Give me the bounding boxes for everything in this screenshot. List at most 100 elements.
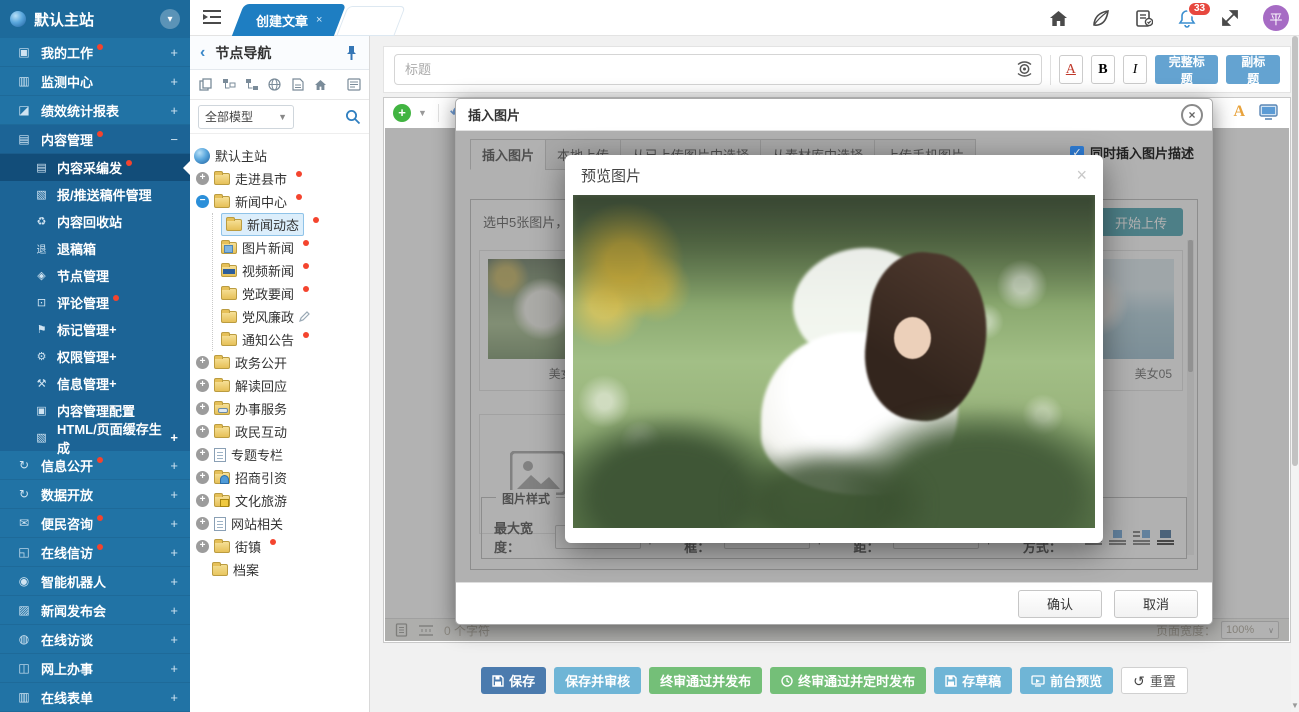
cancel-button[interactable]: 取消 — [1114, 590, 1198, 618]
approve-scheduled-publish-button[interactable]: 终审通过并定时发布 — [770, 667, 926, 694]
quick-feather-icon[interactable] — [1091, 8, 1111, 28]
source-monitor-icon[interactable] — [1259, 104, 1278, 120]
sensitive-check-eye-icon[interactable] — [1015, 60, 1034, 78]
sidebar-collapse-icon[interactable]: ▾ — [160, 9, 180, 29]
expand-plus-icon[interactable]: + — [196, 540, 209, 553]
user-avatar[interactable]: 平 — [1263, 5, 1289, 31]
sidebar-item-petition[interactable]: ◱ 在线信访 + — [0, 538, 190, 567]
expand-plus-icon[interactable]: + — [196, 425, 209, 438]
root-home-icon[interactable] — [313, 77, 328, 92]
sidebar-item-consult[interactable]: ✉ 便民咨询 + — [0, 509, 190, 538]
title-input[interactable] — [394, 54, 1042, 85]
site-switch-globe-icon[interactable] — [267, 77, 282, 92]
tree-node[interactable]: + 政民互动 — [194, 420, 365, 443]
sidebar-item-interview[interactable]: ◍ 在线访谈 + — [0, 625, 190, 654]
confirm-button[interactable]: 确认 — [1018, 590, 1102, 618]
fullscreen-icon[interactable] — [1220, 8, 1240, 28]
reset-button[interactable]: ↺ 重置 — [1121, 667, 1188, 694]
sidebar-item-comment-manage[interactable]: ⊡ 评论管理 — [0, 289, 190, 316]
tree-node[interactable]: + 政务公开 — [194, 351, 365, 374]
tree-node[interactable]: − 新闻中心 — [194, 190, 365, 213]
sidebar-item-press[interactable]: ▨ 新闻发布会 + — [0, 596, 190, 625]
sidebar-item-push-manage[interactable]: ▧ 报/推送稿件管理 — [0, 181, 190, 208]
scroll-down-arrow-icon[interactable]: ▼ — [1291, 701, 1299, 710]
tree-node[interactable]: + 专题专栏 — [194, 443, 365, 466]
expand-plus-icon[interactable]: + — [196, 517, 209, 530]
expand-plus-icon[interactable]: + — [196, 172, 209, 185]
sidebar-item-robot[interactable]: ◉ 智能机器人 + — [0, 567, 190, 596]
save-and-review-button[interactable]: 保存并审核 — [554, 667, 641, 694]
tree-search-icon[interactable] — [300, 109, 361, 125]
sidebar-item-online-form[interactable]: ▥ 在线表单 + — [0, 683, 190, 712]
tree-node[interactable]: + 走进县市 — [194, 167, 365, 190]
tree-node[interactable]: + 办事服务 — [194, 397, 365, 420]
panel-list-icon[interactable] — [346, 77, 361, 92]
tree-node[interactable]: + 网站相关 — [194, 512, 365, 535]
expand-tree-icon[interactable] — [221, 77, 236, 92]
expand-plus-icon[interactable]: + — [196, 356, 209, 369]
tree-node[interactable]: 党风廉政 — [221, 305, 365, 328]
copy-node-icon[interactable] — [198, 77, 213, 92]
tree-node-root[interactable]: 默认主站 — [194, 144, 365, 167]
sidebar-item-info-public[interactable]: ↻ 信息公开 + — [0, 451, 190, 480]
page-scrollbar[interactable]: ▼ — [1291, 36, 1299, 712]
clipboard-icon[interactable] — [1134, 8, 1154, 28]
sidebar-header[interactable]: 默认主站 ▾ — [0, 0, 190, 38]
panel-back-icon[interactable]: ‹ — [200, 44, 205, 62]
scrollbar-thumb[interactable] — [1292, 36, 1298, 466]
italic-button[interactable]: I — [1123, 55, 1147, 84]
expand-plus-icon[interactable]: + — [196, 494, 209, 507]
save-draft-button[interactable]: 存草稿 — [934, 667, 1012, 694]
sidebar-item-online-work[interactable]: ◫ 网上办事 + — [0, 654, 190, 683]
sidebar-item-info-manage[interactable]: ⚒ 信息管理 + — [0, 370, 190, 397]
approve-publish-button[interactable]: 终审通过并发布 — [649, 667, 762, 694]
save-button[interactable]: 保存 — [481, 667, 546, 694]
sidebar-item-content-manage[interactable]: ▤ 内容管理 − — [0, 125, 190, 154]
tab-create-article[interactable]: 创建文章 × — [234, 4, 344, 36]
chevron-down-icon[interactable]: ▼ — [418, 108, 427, 118]
tree-node[interactable]: 档案 — [194, 558, 365, 581]
expand-plus-icon[interactable]: + — [196, 448, 209, 461]
sub-title-button[interactable]: 副标题 — [1226, 55, 1280, 84]
tree-node[interactable]: 图片新闻 — [221, 236, 365, 259]
sidebar-item-permission[interactable]: ⚙ 权限管理 + — [0, 343, 190, 370]
font-tool-icon[interactable]: A — [1233, 103, 1245, 121]
tab-close-icon[interactable]: × — [316, 14, 322, 26]
expand-plus-icon[interactable]: + — [196, 471, 209, 484]
sidebar-item-html-cache[interactable]: ▧ HTML/页面缓存生成 + — [0, 424, 190, 451]
expand-plus-icon[interactable]: + — [196, 379, 209, 392]
preview-close-icon[interactable]: × — [1076, 165, 1087, 186]
tree-node[interactable]: + 文化旅游 — [194, 489, 365, 512]
sidebar-item-return-box[interactable]: 退 退稿箱 — [0, 235, 190, 262]
tree-node-selected[interactable]: 新闻动态 — [221, 213, 365, 236]
sidebar-item-caibianfa[interactable]: ▤ 内容采编发 — [0, 154, 190, 181]
expand-plus-icon[interactable]: + — [196, 402, 209, 415]
collapse-tree-icon[interactable] — [244, 77, 259, 92]
sidebar-item-recycle[interactable]: ♻ 内容回收站 — [0, 208, 190, 235]
sidebar-item-mark-manage[interactable]: ⚑ 标记管理 + — [0, 316, 190, 343]
collapse-minus-icon[interactable]: − — [196, 195, 209, 208]
insert-plus-icon[interactable]: + — [393, 104, 411, 122]
front-preview-button[interactable]: 前台预览 — [1020, 667, 1113, 694]
dialog-close-icon[interactable]: × — [1181, 104, 1203, 126]
sidebar-item-my-work[interactable]: ▣ 我的工作 + — [0, 38, 190, 67]
tree-node[interactable]: 视频新闻 — [221, 259, 365, 282]
sidebar-item-node-manage[interactable]: ◈ 节点管理 — [0, 262, 190, 289]
bold-button[interactable]: B — [1091, 55, 1115, 84]
tree-node[interactable]: 通知公告 — [221, 328, 365, 351]
sidebar-item-report[interactable]: ◪ 绩效统计报表 + — [0, 96, 190, 125]
tree-node[interactable]: + 招商引资 — [194, 466, 365, 489]
full-title-button[interactable]: 完整标题 — [1155, 55, 1218, 84]
sidebar-item-data-open[interactable]: ↻ 数据开放 + — [0, 480, 190, 509]
new-doc-icon[interactable] — [290, 77, 305, 92]
model-filter-select[interactable]: 全部模型 ▼ — [198, 105, 294, 129]
notification-bell-icon[interactable]: 33 — [1177, 8, 1197, 28]
menu-fold-icon[interactable] — [202, 8, 222, 26]
pin-icon[interactable] — [344, 45, 359, 61]
tree-node[interactable]: 党政要闻 — [221, 282, 365, 305]
tree-node[interactable]: + 解读回应 — [194, 374, 365, 397]
font-color-button[interactable]: A — [1059, 55, 1083, 84]
tree-node[interactable]: + 街镇 — [194, 535, 365, 558]
sidebar-item-monitor-center[interactable]: ▥ 监测中心 + — [0, 67, 190, 96]
home-icon[interactable] — [1048, 8, 1068, 28]
